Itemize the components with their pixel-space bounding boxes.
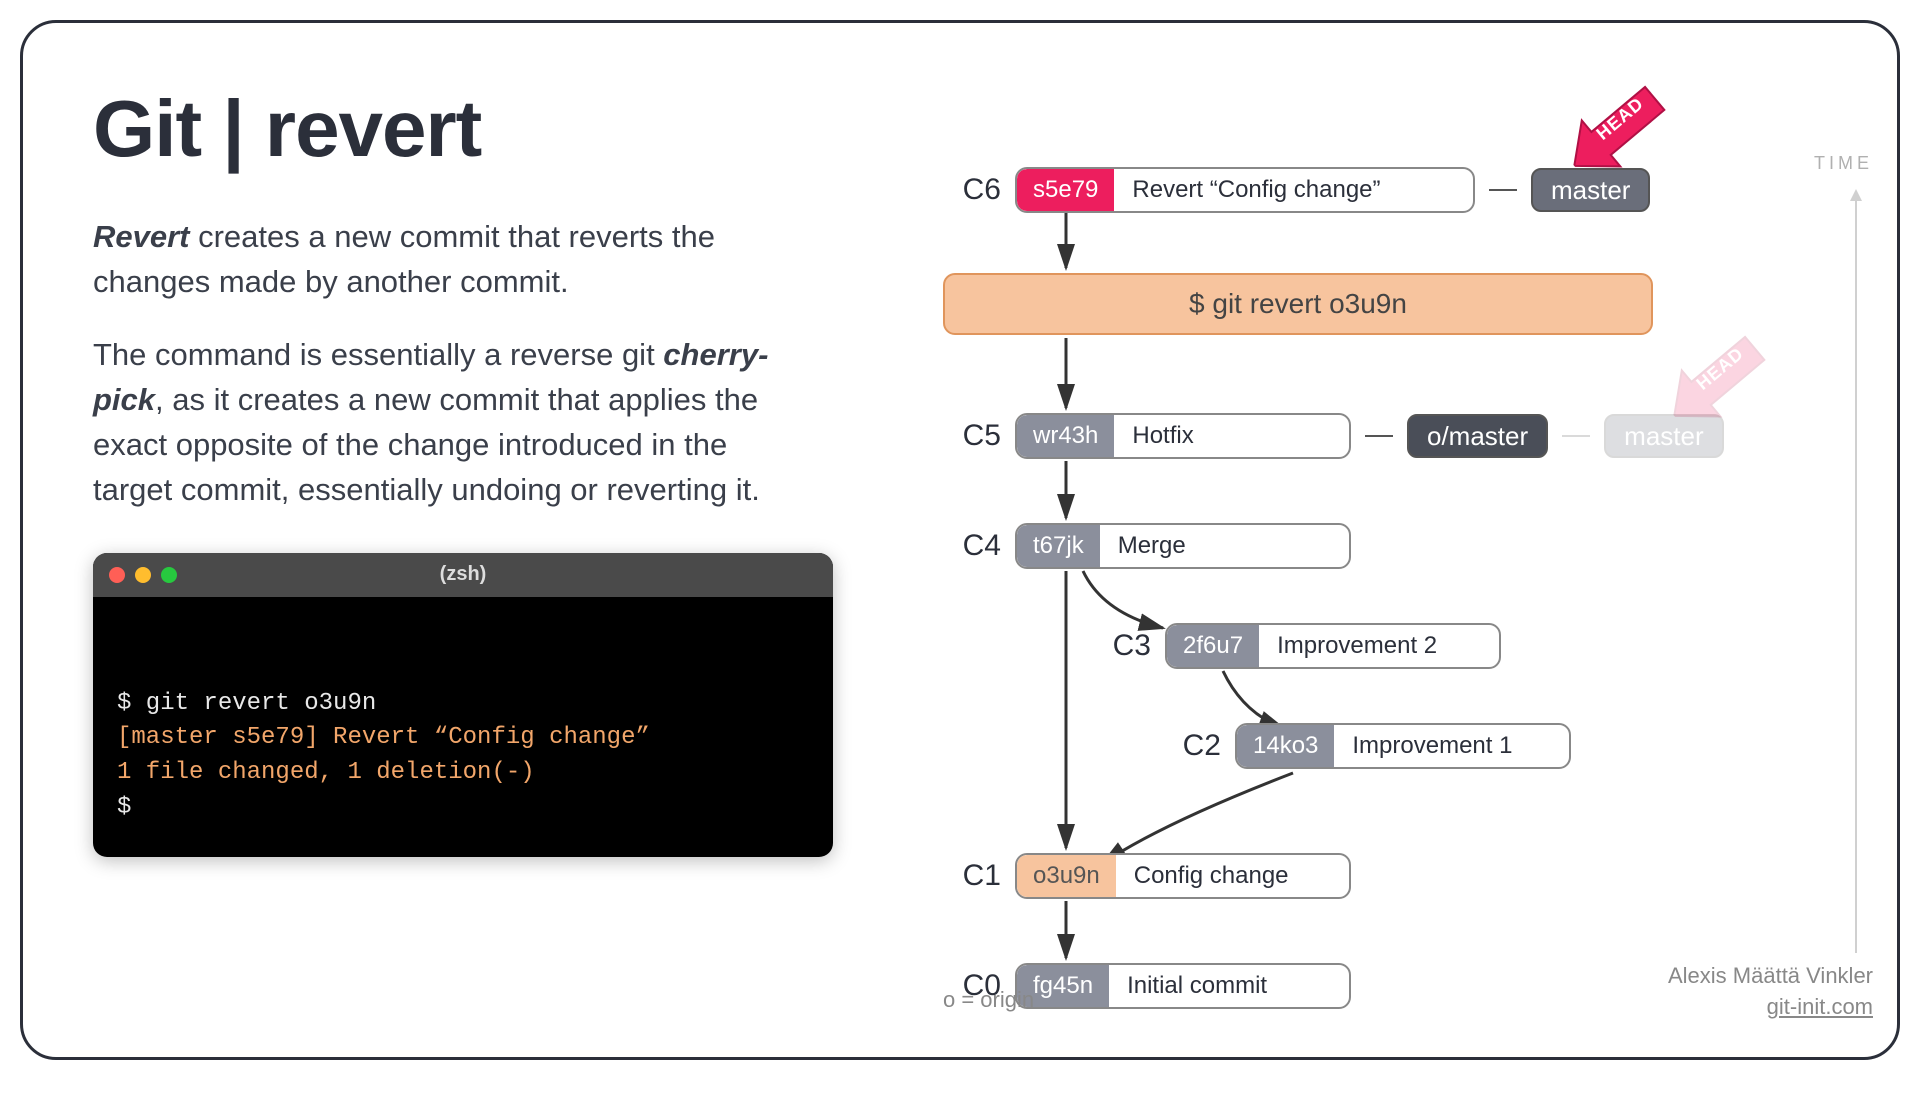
c6-msg: Revert “Config change” — [1114, 169, 1473, 211]
commit-c1-row: C1 o3u9n Config change — [943, 853, 1351, 899]
terminal-title: (zsh) — [93, 563, 833, 586]
commit-diagram: C6 s5e79 Revert “Config change” master H… — [943, 123, 1843, 1003]
time-label: TIME — [1814, 153, 1873, 174]
minimize-icon[interactable] — [135, 567, 151, 583]
commit-c2: 14ko3 Improvement 1 — [1235, 723, 1571, 769]
slide-frame: Git | revert Revert creates a new commit… — [20, 20, 1900, 1060]
c5-msg: Hotfix — [1114, 415, 1349, 457]
terminal-body: $ git revert o3u9n [master s5e79] Revert… — [93, 597, 833, 857]
c1-hash: o3u9n — [1017, 855, 1116, 897]
close-icon[interactable] — [109, 567, 125, 583]
commit-c3: 2f6u7 Improvement 2 — [1165, 623, 1501, 669]
commit-c4: t67jk Merge — [1015, 523, 1351, 569]
paragraph-1: Revert creates a new commit that reverts… — [93, 215, 813, 305]
p2a: The command is essentially a reverse git — [93, 337, 663, 372]
term-line-4: $ — [117, 791, 809, 826]
c3-hash: 2f6u7 — [1167, 625, 1259, 667]
commit-c1: o3u9n Config change — [1015, 853, 1351, 899]
branch-o-master: o/master — [1407, 414, 1548, 458]
commit-c5: wr43h Hotfix — [1015, 413, 1351, 459]
connector-line — [1365, 435, 1393, 437]
command-bar: $ git revert o3u9n — [943, 273, 1653, 335]
c5-label: C5 — [943, 419, 1001, 453]
term-line-1: $ git revert o3u9n — [117, 687, 809, 722]
commit-c2-row: C2 14ko3 Improvement 1 — [1163, 723, 1571, 769]
credit: Alexis Määttä Vinkler git-init.com — [1668, 961, 1873, 1023]
connector-line-faded — [1562, 435, 1590, 437]
commit-c4-row: C4 t67jk Merge — [943, 523, 1351, 569]
commit-c5-row: C5 wr43h Hotfix o/master master — [943, 413, 1724, 459]
c4-msg: Merge — [1100, 525, 1349, 567]
commit-c3-row: C3 2f6u7 Improvement 2 — [1093, 623, 1501, 669]
p2b: , as it creates a new commit that applie… — [93, 382, 760, 507]
paragraph-2: The command is essentially a reverse git… — [93, 333, 813, 513]
time-axis — [1855, 193, 1857, 953]
c2-msg: Improvement 1 — [1334, 725, 1569, 767]
c6-label: C6 — [943, 173, 1001, 207]
credit-link[interactable]: git-init.com — [1668, 992, 1873, 1023]
c4-hash: t67jk — [1017, 525, 1100, 567]
c5-hash: wr43h — [1017, 415, 1114, 457]
maximize-icon[interactable] — [161, 567, 177, 583]
c2-label: C2 — [1163, 729, 1221, 763]
p1-strong: Revert — [93, 219, 190, 254]
window-controls — [109, 567, 177, 583]
c3-label: C3 — [1093, 629, 1151, 663]
term-line-3: 1 file changed, 1 deletion(-) — [117, 756, 809, 791]
c2-hash: 14ko3 — [1237, 725, 1334, 767]
term-line-2: [master s5e79] Revert “Config change” — [117, 721, 809, 756]
terminal-window: (zsh) $ git revert o3u9n [master s5e79] … — [93, 553, 833, 857]
c1-label: C1 — [943, 859, 1001, 893]
c0-msg: Initial commit — [1109, 965, 1349, 1007]
c1-msg: Config change — [1116, 855, 1349, 897]
credit-name: Alexis Määttä Vinkler — [1668, 961, 1873, 992]
c3-msg: Improvement 2 — [1259, 625, 1499, 667]
c6-hash: s5e79 — [1017, 169, 1114, 211]
commit-c0: fg45n Initial commit — [1015, 963, 1351, 1009]
c4-label: C4 — [943, 529, 1001, 563]
terminal-header: (zsh) — [93, 553, 833, 597]
commit-c6-row: C6 s5e79 Revert “Config change” master — [943, 167, 1650, 213]
connector-line — [1489, 189, 1517, 191]
commit-c6: s5e79 Revert “Config change” — [1015, 167, 1475, 213]
legend-origin: o = origin — [943, 987, 1034, 1013]
